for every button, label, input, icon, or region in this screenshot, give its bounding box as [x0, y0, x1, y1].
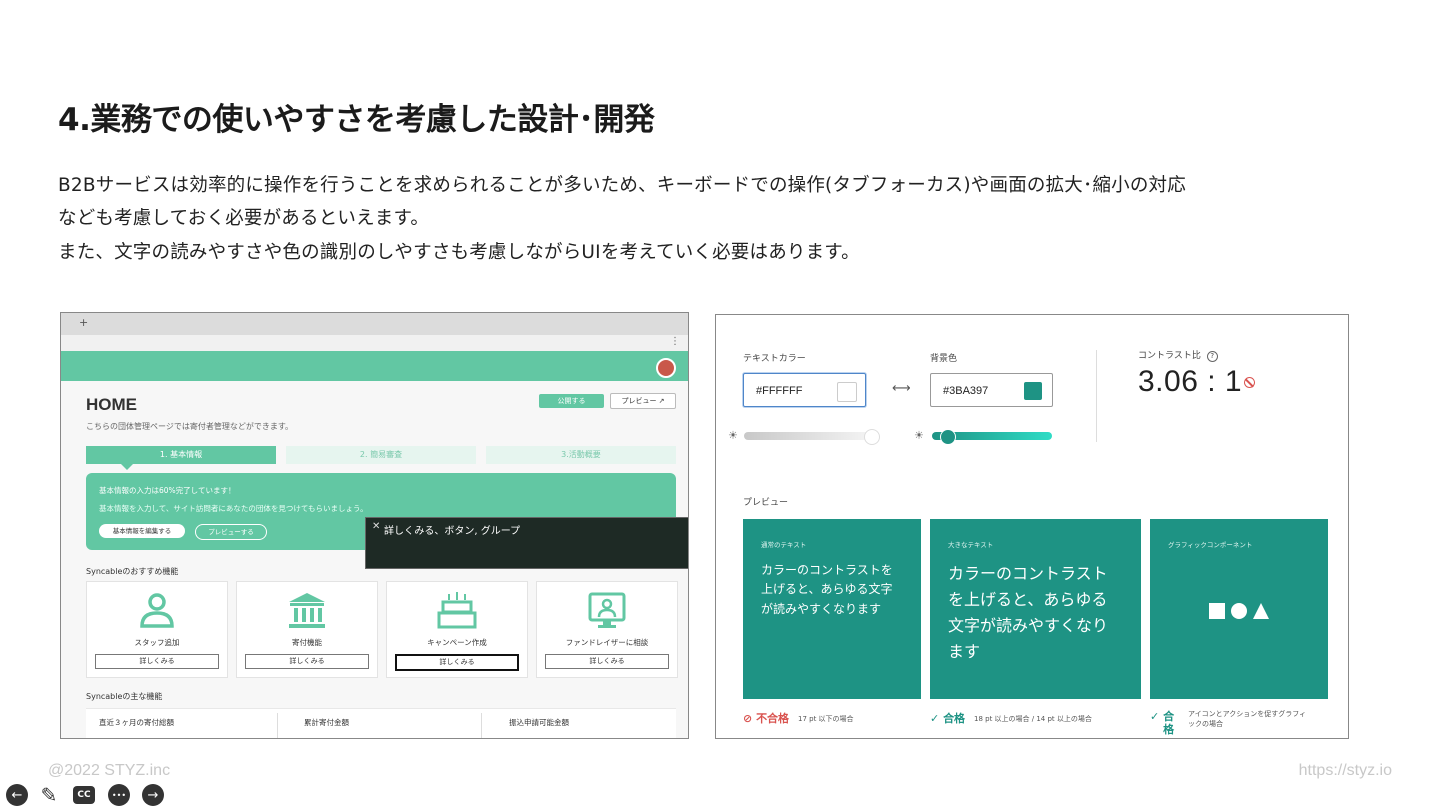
text-color-label: テキストカラー	[743, 354, 806, 364]
preview-card-normal-text: 通常のテキスト カラーのコントラストを上げると、あらゆる文字が読みやすくなります	[743, 519, 921, 699]
body-line-1: B2Bサービスは効率的に操作を行うことを求められることが多いため、キーボードでの…	[58, 175, 1186, 196]
brightness-icon: ☀	[728, 429, 738, 442]
verdict-normal-text: ⊘ 不合格	[743, 712, 790, 725]
bank-icon	[289, 593, 325, 628]
page-subtitle: こちらの団体管理ページでは寄付者管理などができます。	[86, 422, 294, 431]
swap-icon[interactable]: ⟷	[892, 381, 911, 396]
preview-card-graphics: グラフィックコンポーネント	[1150, 519, 1328, 699]
step-activity-overview[interactable]: 3.活動概要	[486, 446, 676, 464]
feature-details-button[interactable]: 詳しくみる	[95, 654, 219, 669]
card-title: 通常のテキスト	[761, 541, 807, 549]
text-brightness-slider[interactable]	[744, 432, 874, 440]
feature-details-button[interactable]: 詳しくみる	[545, 654, 669, 669]
card-title: 大きなテキスト	[948, 541, 994, 549]
fail-icon: ⊘	[743, 712, 753, 725]
verdict-graphics: ✓ 合格	[1150, 710, 1175, 737]
copyright: @2022 STYZ.inc	[48, 762, 171, 779]
step-basic-info[interactable]: 1. 基本情報	[86, 446, 276, 464]
body-line-2: なども考慮しておく必要があるといえます。	[58, 208, 430, 229]
bg-brightness-handle[interactable]	[940, 429, 956, 445]
main-features-label: Syncableの主な機能	[86, 692, 163, 701]
info-icon[interactable]: ?	[1206, 351, 1218, 362]
card-sample-text: カラーのコントラストを上げると、あらゆる文字が読みやすくなります	[948, 564, 1109, 661]
bg-color-swatch[interactable]	[1024, 382, 1042, 400]
banner-subtitle: 基本情報を入力して、サイト訪問者にあなたの団体を見つけてもらいましょう。	[99, 504, 368, 513]
contrast-ratio-value: 3.06 : 1	[1138, 365, 1243, 398]
cake-icon	[437, 592, 477, 629]
app-header	[61, 351, 688, 381]
admin-home-screenshot: + ⋮ HOME こちらの団体管理ページでは寄付者管理などができます。 公開する…	[60, 312, 689, 739]
bg-color-label: 背景色	[930, 354, 958, 364]
fail-icon	[1244, 377, 1255, 388]
body-line-3: また、文字の読みやすさや色の識別のしやすさも考慮しながらUIを考えていく必要はあ…	[58, 242, 860, 263]
feature-details-button[interactable]: 詳しくみる	[245, 654, 369, 669]
bg-color-value: #3BA397	[943, 385, 989, 397]
page-title: HOME	[86, 395, 137, 414]
pass-icon: ✓	[1150, 710, 1160, 723]
step-indicator	[121, 464, 133, 470]
banner-preview-button[interactable]: プレビューする	[195, 524, 267, 540]
text-color-value: #FFFFFF	[756, 385, 803, 397]
next-slide-icon[interactable]: →	[142, 784, 164, 806]
verdict-note: 18 pt 以上の場合 / 14 pt 以上の場合	[974, 715, 1092, 723]
feature-name: スタッフ追加	[134, 638, 180, 647]
step-simple-review[interactable]: 2. 簡易審査	[286, 446, 476, 464]
screen-reader-tooltip: ✕ 詳しくみる、ボタン, グループ	[365, 517, 688, 569]
verdict-note: アイコンとアクションを促すグラフィックの場合	[1188, 710, 1307, 728]
shapes-icon	[1209, 603, 1269, 619]
text-color-input[interactable]: #FFFFFF	[743, 373, 866, 407]
bg-color-input[interactable]: #3BA397	[930, 373, 1053, 407]
divider	[277, 713, 278, 738]
divider	[1096, 350, 1097, 442]
pass-icon: ✓	[930, 712, 940, 725]
pen-icon[interactable]: ✎	[38, 783, 60, 807]
feature-card-campaign: キャンペーン作成 詳しくみる	[386, 581, 528, 678]
feature-name: キャンペーン作成	[427, 638, 487, 647]
video-consult-icon	[588, 592, 626, 628]
divider	[481, 713, 482, 738]
feature-card-donation: 寄付機能 詳しくみる	[236, 581, 378, 678]
verdict-note: 17 pt 以下の場合	[798, 715, 854, 723]
contrast-checker-screenshot: テキストカラー #FFFFFF ☀ ⟷ 背景色 #3BA397 ☀ コントラスト…	[715, 314, 1349, 739]
preview-button[interactable]: プレビュー ↗	[610, 393, 676, 409]
person-icon	[140, 593, 174, 628]
verdict-large-text: ✓ 合格	[930, 712, 966, 725]
more-icon[interactable]: •••	[108, 784, 130, 806]
stat-recent-donations: 直近３ヶ月の寄付総額	[99, 718, 174, 727]
feature-name: 寄付機能	[292, 638, 322, 647]
stats-panel	[86, 708, 676, 738]
captions-icon[interactable]: CC	[73, 786, 95, 804]
browser-address-bar: ⋮	[61, 335, 688, 352]
browser-tab-bar: +	[61, 313, 688, 335]
site-url[interactable]: https://styz.io	[1299, 762, 1392, 780]
edit-basic-info-button[interactable]: 基本情報を編集する	[99, 524, 185, 538]
text-brightness-handle[interactable]	[864, 429, 880, 445]
preview-label: プレビュー	[743, 498, 789, 508]
card-title: グラフィックコンポーネント	[1168, 541, 1253, 549]
publish-button[interactable]: 公開する	[539, 394, 604, 408]
avatar[interactable]	[656, 358, 676, 378]
new-tab-icon[interactable]: +	[79, 316, 88, 329]
feature-card-fundraiser: ファンドレイザーに相談 詳しくみる	[536, 581, 678, 678]
slide-title: 4.業務での使いやすさを考慮した設計･開発	[58, 102, 655, 138]
preview-card-large-text: 大きなテキスト カラーのコントラストを上げると、あらゆる文字が読みやすくなります	[930, 519, 1141, 699]
card-sample-text: カラーのコントラストを上げると、あらゆる文字が読みやすくなります	[761, 563, 893, 616]
stat-transfer-amount: 振込申請可能金額	[509, 718, 569, 727]
close-icon[interactable]: ✕	[372, 521, 380, 532]
feature-card-staff: スタッフ追加 詳しくみる	[86, 581, 228, 678]
feature-details-button-focused[interactable]: 詳しくみる	[395, 654, 519, 671]
stat-total-donations: 累計寄付金額	[304, 718, 349, 727]
browser-menu-icon[interactable]: ⋮	[670, 336, 680, 347]
brightness-icon: ☀	[914, 429, 924, 442]
text-color-swatch[interactable]	[837, 382, 857, 402]
feature-name: ファンドレイザーに相談	[565, 638, 649, 647]
prev-slide-icon[interactable]: ←	[6, 784, 28, 806]
tooltip-text: 詳しくみる、ボタン, グループ	[384, 526, 521, 537]
recommended-section-label: Syncableのおすすめ機能	[86, 567, 179, 576]
contrast-ratio-label: コントラスト比 ?	[1138, 348, 1218, 362]
banner-title: 基本情報の入力は60%完了しています！	[99, 486, 236, 495]
